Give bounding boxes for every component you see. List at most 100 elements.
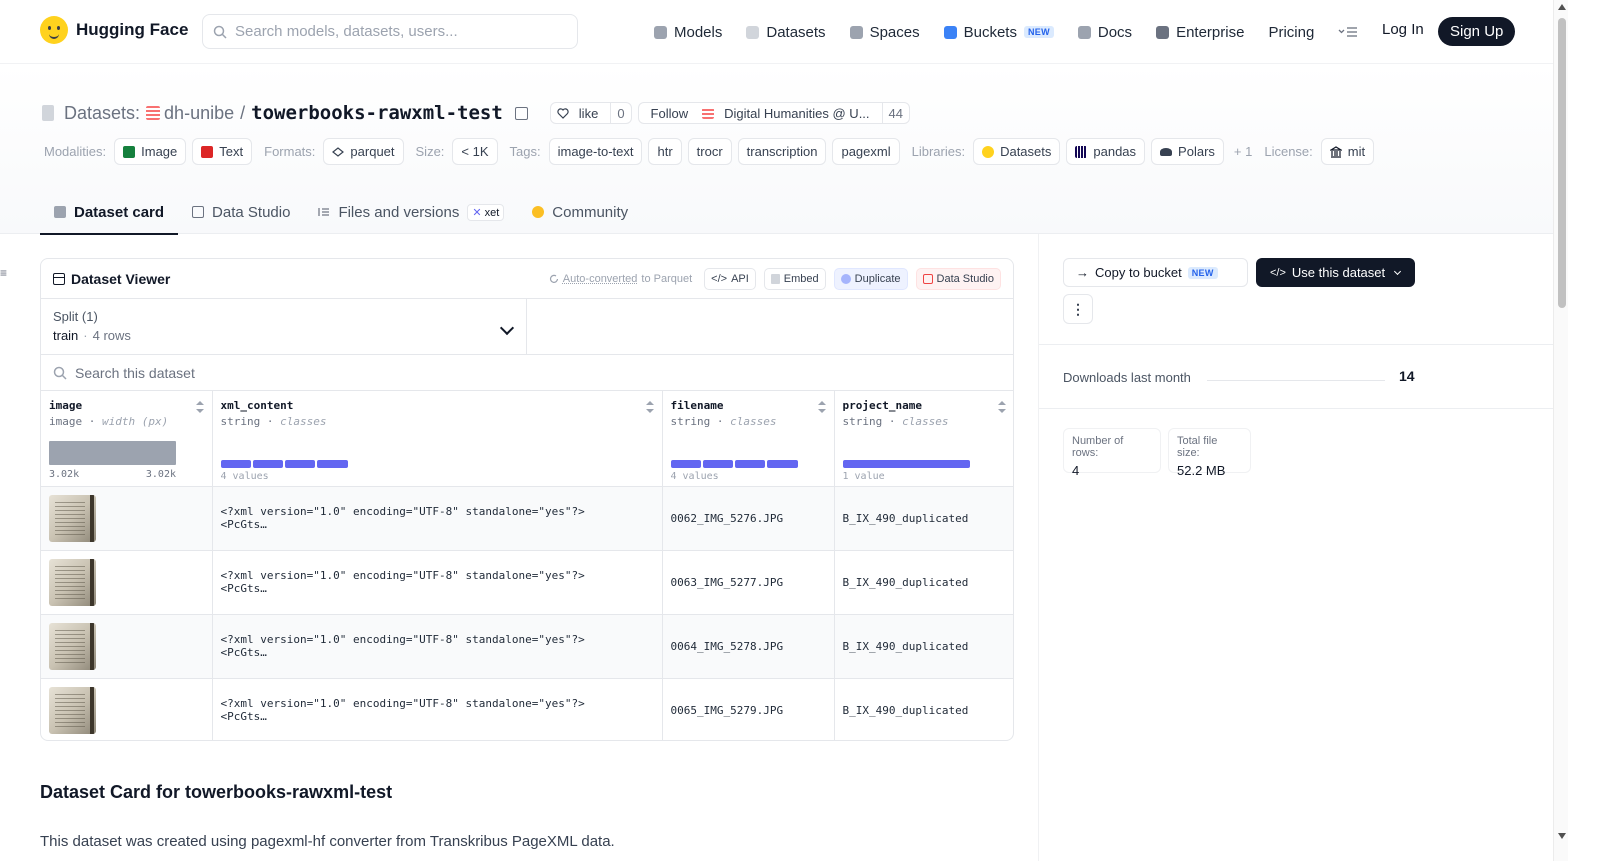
org-link[interactable]: dh-unibe <box>146 103 234 124</box>
tag-htr[interactable]: htr <box>648 138 682 165</box>
tab-community-label: Community <box>552 203 629 221</box>
filename-cell[interactable]: 0062_IMG_5276.JPG <box>662 486 835 551</box>
sort-icon[interactable] <box>817 401 826 413</box>
width-histogram[interactable] <box>49 441 176 465</box>
table-row[interactable]: <?xml version="1.0" encoding="UTF-8" sta… <box>41 614 1013 679</box>
class-distribution-bars[interactable] <box>220 460 348 468</box>
column-header-filename[interactable]: filename string · classes 4 values <box>662 391 835 487</box>
class-distribution-bars[interactable] <box>842 460 970 468</box>
scroll-up-icon[interactable] <box>1558 4 1566 10</box>
nav-docs[interactable]: Docs <box>1077 24 1132 41</box>
tag-image-to-text[interactable]: image-to-text <box>548 138 643 165</box>
class-bar[interactable] <box>316 460 348 468</box>
use-this-dataset-button[interactable]: </> Use this dataset <box>1256 258 1415 287</box>
modality-image-chip[interactable]: Image <box>114 138 187 165</box>
split-selector[interactable]: Split (1) train · 4 rows <box>41 299 527 354</box>
class-bar[interactable] <box>702 460 733 468</box>
tab-dataset-card[interactable]: Dataset card <box>40 190 179 235</box>
tag-transcription[interactable]: transcription <box>737 138 827 165</box>
image-cell[interactable] <box>41 678 213 740</box>
image-cell[interactable] <box>41 614 213 679</box>
table-row[interactable]: <?xml version="1.0" encoding="UTF-8" sta… <box>41 678 1013 740</box>
image-cell[interactable] <box>41 550 213 615</box>
class-bar[interactable] <box>670 460 701 468</box>
copy-to-bucket-button[interactable]: → Copy to bucket NEW <box>1063 258 1248 287</box>
table-row[interactable]: <?xml version="1.0" encoding="UTF-8" sta… <box>41 486 1013 551</box>
tab-data-studio[interactable]: Data Studio <box>178 190 304 234</box>
tag-trocr[interactable]: trocr <box>687 138 732 165</box>
nav-spaces[interactable]: Spaces <box>849 24 920 41</box>
more-options-button[interactable]: ⋮ <box>1063 294 1093 324</box>
filename-cell[interactable]: 0065_IMG_5279.JPG <box>662 678 835 740</box>
data-studio-button[interactable]: Data Studio <box>915 267 1001 290</box>
nav-pricing[interactable]: Pricing <box>1268 24 1314 41</box>
format-parquet-chip[interactable]: parquet <box>323 138 404 165</box>
repo-name[interactable]: towerbooks-rawxml-test <box>251 102 503 124</box>
page-scrollbar[interactable] <box>1553 0 1568 861</box>
duplicate-button[interactable]: Duplicate <box>833 267 908 290</box>
xml-content-cell[interactable]: <?xml version="1.0" encoding="UTF-8" sta… <box>212 614 663 679</box>
embed-button[interactable]: Embed <box>763 267 826 290</box>
license-chip[interactable]: mit <box>1320 138 1375 165</box>
signup-button[interactable]: Sign Up <box>1438 17 1516 46</box>
table-row[interactable]: <?xml version="1.0" encoding="UTF-8" sta… <box>41 550 1013 615</box>
copy-icon[interactable] <box>514 106 528 120</box>
class-bar[interactable] <box>252 460 283 468</box>
scrollbar-thumb[interactable] <box>1558 18 1566 308</box>
image-thumbnail[interactable] <box>49 494 96 542</box>
api-button[interactable]: </> API <box>704 267 756 290</box>
nav-more-menu[interactable] <box>1338 26 1358 38</box>
filename-cell[interactable]: 0064_IMG_5278.JPG <box>662 614 835 679</box>
global-search-input[interactable] <box>235 23 555 40</box>
class-bar[interactable] <box>766 460 798 468</box>
library-pandas-chip[interactable]: pandas <box>1066 138 1146 165</box>
project-name-cell[interactable]: B_IX_490_duplicated <box>834 486 1013 551</box>
column-header-project-name[interactable]: project_name string · classes 1 value <box>834 391 1013 487</box>
image-thumbnail[interactable] <box>49 558 96 606</box>
tag-pagexml[interactable]: pagexml <box>832 138 900 165</box>
image-thumbnail[interactable] <box>49 686 96 734</box>
project-name-cell[interactable]: B_IX_490_duplicated <box>834 614 1013 679</box>
class-bar[interactable] <box>220 460 251 468</box>
tab-community[interactable]: Community <box>518 190 642 234</box>
dataset-search-input[interactable] <box>75 364 675 381</box>
image-cell[interactable] <box>41 486 213 551</box>
class-bar[interactable] <box>284 460 315 468</box>
dataset-search[interactable] <box>41 355 1013 391</box>
image-thumbnail[interactable] <box>49 622 96 670</box>
tab-files-versions[interactable]: Files and versions ✕ xet <box>304 190 518 234</box>
scroll-down-icon[interactable] <box>1558 833 1566 839</box>
nav-enterprise[interactable]: Enterprise <box>1156 24 1244 41</box>
follow-org-button[interactable]: Follow Digital Humanities @ U... 44 <box>637 102 910 124</box>
column-header-image[interactable]: image image · width (px) 3.02k 3.02k <box>41 391 213 487</box>
class-bar[interactable] <box>734 460 765 468</box>
xml-content-cell[interactable]: <?xml version="1.0" encoding="UTF-8" sta… <box>212 486 663 551</box>
nav-buckets[interactable]: Buckets NEW <box>943 24 1054 41</box>
class-distribution-bars[interactable] <box>670 460 798 468</box>
nav-models[interactable]: Models <box>654 24 722 41</box>
xml-content-cell[interactable]: <?xml version="1.0" encoding="UTF-8" sta… <box>212 678 663 740</box>
auto-converted-link[interactable]: Auto-converted <box>563 273 638 285</box>
like-button[interactable]: like 0 <box>549 102 632 124</box>
sort-icon[interactable] <box>645 401 654 413</box>
libraries-more[interactable]: + 1 <box>1234 144 1252 159</box>
brand-link[interactable]: Hugging Face <box>40 16 188 44</box>
global-search[interactable] <box>202 14 578 49</box>
sidebar-toggle-icon[interactable]: ≡ <box>0 266 8 280</box>
modality-text-chip[interactable]: Text <box>192 138 253 165</box>
xml-content-cell[interactable]: <?xml version="1.0" encoding="UTF-8" sta… <box>212 550 663 615</box>
project-name-cell[interactable]: B_IX_490_duplicated <box>834 678 1013 740</box>
column-header-xml-content[interactable]: xml_content string · classes 4 values <box>212 391 663 487</box>
login-link[interactable]: Log In <box>1382 21 1424 38</box>
sort-icon[interactable] <box>195 401 204 413</box>
library-datasets-chip[interactable]: Datasets <box>973 138 1061 165</box>
library-polars-chip[interactable]: Polars <box>1151 138 1224 165</box>
nav-datasets[interactable]: Datasets <box>746 24 826 41</box>
xml-line: <PcGts… <box>220 582 267 595</box>
class-bar[interactable] <box>842 460 970 468</box>
column-name: image <box>49 399 83 412</box>
size-chip[interactable]: < 1K <box>452 138 498 165</box>
project-name-cell[interactable]: B_IX_490_duplicated <box>834 550 1013 615</box>
filename-cell[interactable]: 0063_IMG_5277.JPG <box>662 550 835 615</box>
sort-icon[interactable] <box>998 401 1006 413</box>
